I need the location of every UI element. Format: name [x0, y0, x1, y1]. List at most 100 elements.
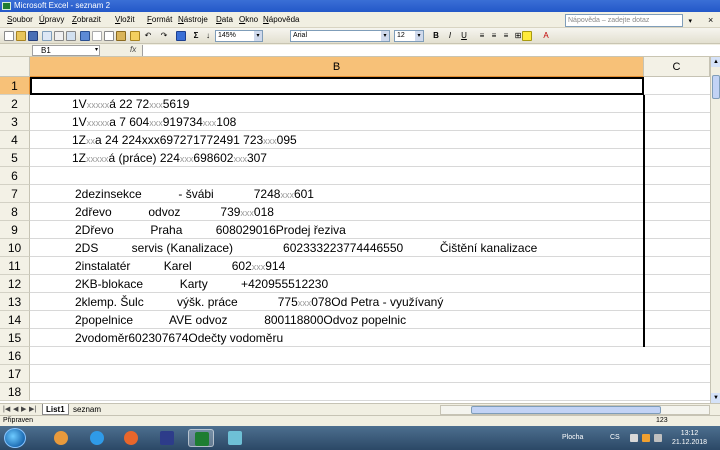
row-header-7[interactable]: 7 — [0, 185, 30, 203]
row-header-6[interactable]: 6 — [0, 167, 30, 185]
row-header-3[interactable]: 3 — [0, 113, 30, 131]
taskbar-settings-icon[interactable] — [48, 429, 74, 447]
horizontal-scrollbar[interactable] — [440, 405, 710, 415]
menu-upravy[interactable]: Úpravy — [39, 15, 64, 24]
language-indicator[interactable]: CS — [610, 434, 620, 441]
open-folder-icon[interactable] — [16, 31, 26, 41]
cell-b13[interactable]: 2klemp. Šulc výšk. práce 775xxx078Od Pet… — [75, 293, 443, 312]
bold-button[interactable]: B — [430, 30, 442, 42]
tray-warning-icon[interactable] — [642, 434, 650, 442]
row-header-9[interactable]: 9 — [0, 221, 30, 239]
sheet-tab-list1[interactable]: List1 — [42, 404, 69, 415]
font-color-icon[interactable]: A — [540, 30, 552, 42]
copy-icon[interactable] — [104, 31, 114, 41]
chevron-down-icon[interactable]: ▾ — [381, 31, 389, 41]
spreadsheet-grid[interactable]: B C 1 2 1Vxxxxxá 22 72xxx5619 3 1Vxxxxxa 7 6… — [0, 57, 710, 403]
row-header-17[interactable]: 17 — [0, 365, 30, 383]
column-header-c[interactable]: C — [644, 57, 710, 77]
cell-b14[interactable]: 2popelnice AVE odvoz 800118800Odvoz pope… — [75, 311, 406, 329]
row-header-4[interactable]: 4 — [0, 131, 30, 149]
last-sheet-icon[interactable]: ▶| — [29, 405, 36, 413]
row-header-15[interactable]: 15 — [0, 329, 30, 347]
row-header-13[interactable]: 13 — [0, 293, 30, 311]
cut-icon[interactable] — [92, 31, 102, 41]
scroll-down-icon[interactable]: ▼ — [711, 393, 720, 403]
prev-sheet-icon[interactable]: ◀ — [13, 405, 18, 413]
spelling-icon[interactable] — [80, 31, 90, 41]
hyperlink-icon[interactable] — [176, 31, 186, 41]
close-document-icon[interactable]: × — [708, 15, 713, 25]
autosum-icon[interactable]: Σ — [190, 30, 202, 42]
menu-nastroje[interactable]: Nástroje — [178, 15, 208, 24]
format-painter-icon[interactable] — [130, 31, 140, 41]
name-box[interactable]: B1 ▾ — [32, 45, 100, 56]
chevron-down-icon[interactable]: ▾ — [688, 16, 692, 27]
taskbar-app-icon[interactable] — [222, 429, 248, 447]
permission-icon[interactable] — [42, 31, 52, 41]
row-header-12[interactable]: 12 — [0, 275, 30, 293]
align-right-icon[interactable]: ≡ — [500, 30, 512, 42]
cell-b10[interactable]: 2DS servis (Kanalizace) 6023332237744465… — [75, 239, 537, 257]
chevron-down-icon[interactable]: ▾ — [95, 46, 98, 55]
menu-napoveda[interactable]: Nápověda — [263, 15, 299, 24]
undo-icon[interactable]: ↶ — [142, 30, 154, 42]
print-preview-icon[interactable] — [66, 31, 76, 41]
menu-soubor[interactable]: Soubor — [7, 15, 33, 24]
next-sheet-icon[interactable]: ▶ — [21, 405, 26, 413]
vertical-scrollbar[interactable]: ▲ ▼ — [710, 57, 720, 403]
tray-usb-icon[interactable] — [630, 434, 638, 442]
underline-button[interactable]: U — [458, 30, 470, 42]
column-header-b[interactable]: B — [30, 57, 644, 77]
selected-cell-b1[interactable] — [30, 77, 644, 95]
scroll-up-icon[interactable]: ▲ — [711, 57, 720, 67]
row-header-18[interactable]: 18 — [0, 383, 30, 401]
chevron-down-icon[interactable]: ▾ — [254, 31, 262, 41]
menu-data[interactable]: Data — [216, 15, 233, 24]
taskbar-firefox-icon[interactable] — [118, 429, 144, 447]
cell-b5[interactable]: 1Zxxxxxá (práce) 224xxx698602xxx307 — [72, 149, 267, 168]
cell-b3[interactable]: 1Vxxxxxa 7 604xxx919734xxx108 — [72, 113, 236, 132]
taskbar-floppy-icon[interactable] — [154, 429, 180, 447]
row-header-11[interactable]: 11 — [0, 257, 30, 275]
insert-function-icon[interactable]: fx — [130, 45, 136, 54]
italic-button[interactable]: I — [444, 30, 456, 42]
sort-ascending-icon[interactable]: ↓ — [202, 30, 214, 42]
cell-b2[interactable]: 1Vxxxxxá 22 72xxx5619 — [72, 95, 189, 114]
cell-b9[interactable]: 2Dřevo Praha 608029016Prodej řeziva — [75, 221, 346, 239]
row-header-5[interactable]: 5 — [0, 149, 30, 167]
row-header-1[interactable]: 1 — [0, 77, 30, 95]
taskbar-ie-icon[interactable] — [84, 429, 110, 447]
row-header-8[interactable]: 8 — [0, 203, 30, 221]
cell-b8[interactable]: 2dřevo odvoz 739xxx018 — [75, 203, 274, 222]
fill-color-icon[interactable] — [522, 31, 532, 41]
menu-zobrazit[interactable]: Zobrazit — [72, 15, 101, 24]
row-header-14[interactable]: 14 — [0, 311, 30, 329]
cell-b15[interactable]: 2vodoměr602307674Odečty vodoměru — [75, 329, 283, 347]
start-button-icon[interactable] — [4, 428, 26, 448]
cell-b4[interactable]: 1Zxxa 24 224xxx697271772491 723xxx095 — [72, 131, 297, 150]
first-sheet-icon[interactable]: |◀ — [3, 405, 10, 413]
new-document-icon[interactable] — [4, 31, 14, 41]
menu-vlozit[interactable]: Vložit — [115, 15, 135, 24]
taskbar-excel-icon[interactable] — [188, 429, 214, 447]
zoom-select[interactable]: 145% ▾ — [215, 30, 263, 42]
align-center-icon[interactable]: ≡ — [488, 30, 500, 42]
row-header-2[interactable]: 2 — [0, 95, 30, 113]
menu-format[interactable]: Formát — [147, 15, 172, 24]
menu-okno[interactable]: Okno — [239, 15, 258, 24]
clock[interactable]: 13:12 21.12.2018 — [672, 429, 707, 447]
sheet-tab-seznam[interactable]: seznam — [70, 404, 104, 415]
font-name-select[interactable]: Arial ▾ — [290, 30, 390, 42]
align-left-icon[interactable]: ≡ — [476, 30, 488, 42]
font-size-select[interactable]: 12 ▾ — [394, 30, 424, 42]
print-icon[interactable] — [54, 31, 64, 41]
paste-icon[interactable] — [116, 31, 126, 41]
horizontal-scroll-thumb[interactable] — [471, 406, 661, 414]
cell-b7[interactable]: 2dezinsekce - švábi 7248xxx601 — [75, 185, 314, 204]
desktop-toolbar-label[interactable]: Plocha — [562, 434, 583, 441]
select-all-corner[interactable] — [0, 57, 30, 77]
row-header-16[interactable]: 16 — [0, 347, 30, 365]
chevron-down-icon[interactable]: ▾ — [415, 31, 423, 41]
redo-icon[interactable]: ↷ — [158, 30, 170, 42]
cell-b11[interactable]: 2instalatér Karel 602xxx914 — [75, 257, 285, 276]
